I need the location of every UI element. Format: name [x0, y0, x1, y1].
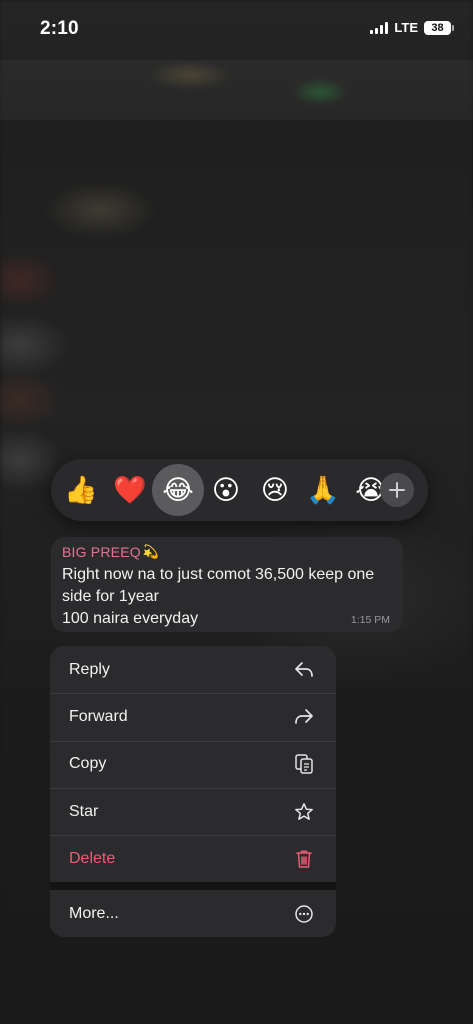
network-type: LTE	[394, 20, 418, 35]
delete-menu-item[interactable]: Delete	[50, 835, 336, 882]
reaction-thumbs-up[interactable]: 👍	[59, 468, 103, 512]
delete-label: Delete	[69, 849, 116, 867]
forward-label: Forward	[69, 707, 128, 725]
blurred-header	[0, 60, 473, 120]
forward-icon	[293, 706, 315, 728]
status-time: 2:10	[40, 18, 79, 39]
star-menu-item[interactable]: Star	[50, 787, 336, 835]
reply-icon	[293, 659, 315, 681]
context-menu: Reply Forward Copy Star Delete More...	[50, 646, 336, 938]
reaction-heart[interactable]: ❤️	[108, 468, 152, 512]
more-label: More...	[69, 904, 119, 922]
battery-icon: 38	[424, 20, 454, 35]
menu-separator	[50, 882, 336, 891]
menu-actions-group: Reply Forward Copy Star Delete	[50, 646, 336, 883]
forward-menu-item[interactable]: Forward	[50, 693, 336, 740]
message-bubble: BIG PREEQ 💫 Right now na to just comot 3…	[51, 537, 403, 632]
reaction-tears-of-joy[interactable]: 😂	[152, 464, 204, 516]
copy-icon	[293, 753, 315, 775]
reaction-crying[interactable]: 😢	[253, 468, 297, 512]
sender-name-text: BIG PREEQ	[62, 544, 141, 560]
reply-menu-item[interactable]: Reply	[50, 646, 336, 693]
battery-level: 38	[431, 21, 444, 34]
sender-emoji: 💫	[142, 544, 160, 559]
reaction-surprised[interactable]: 😮	[204, 468, 248, 512]
message-text: Right now na to just comot 36,500 keep o…	[62, 566, 375, 627]
copy-label: Copy	[69, 755, 107, 773]
plus-icon	[389, 482, 405, 498]
more-reactions-button[interactable]	[380, 473, 414, 507]
reaction-folded-hands[interactable]: 🙏	[301, 468, 345, 512]
reaction-bar: 👍 ❤️ 😂 😮 😢 🙏 😭	[51, 459, 428, 521]
trash-icon	[293, 848, 315, 870]
ellipsis-icon	[293, 903, 315, 925]
reply-label: Reply	[69, 660, 110, 678]
more-menu-item[interactable]: More...	[50, 890, 336, 937]
menu-more-group: More...	[50, 890, 336, 938]
status-indicators: LTE 38	[370, 20, 454, 35]
star-icon	[293, 801, 315, 823]
copy-menu-item[interactable]: Copy	[50, 740, 336, 788]
star-label: Star	[69, 802, 99, 820]
message-timestamp: 1:15 PM	[350, 614, 390, 626]
status-bar: 2:10 LTE 38	[0, 0, 473, 58]
sender-name: BIG PREEQ 💫	[62, 542, 392, 562]
cellular-signal-icon	[370, 21, 389, 34]
